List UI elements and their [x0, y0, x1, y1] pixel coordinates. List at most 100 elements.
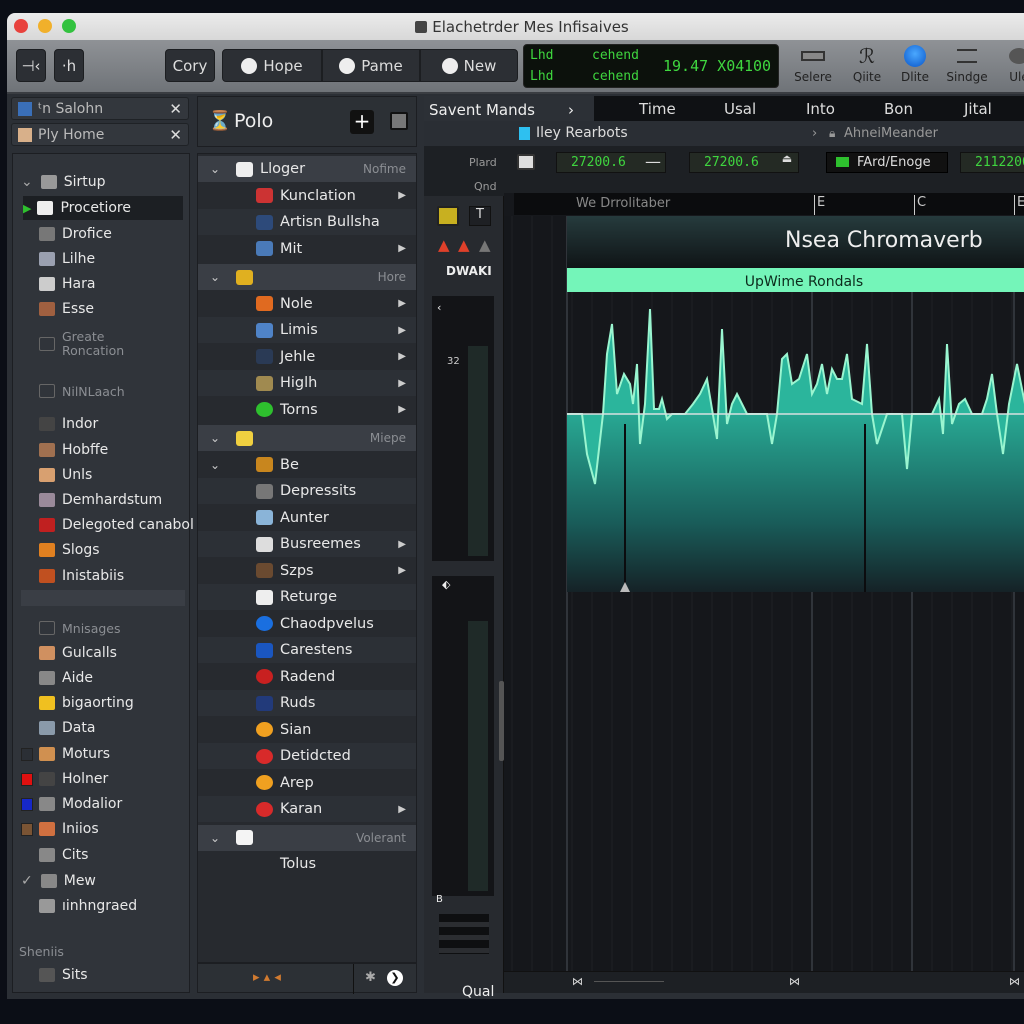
- color-swatch[interactable]: [21, 822, 33, 836]
- browser-item[interactable]: Aunter: [198, 505, 416, 531]
- browser-group[interactable]: ⌄ Hore: [198, 264, 416, 290]
- sidebar-item[interactable]: Slogs: [39, 538, 100, 562]
- chevron-right-icon[interactable]: ▶: [398, 404, 406, 415]
- record-mode-icon[interactable]: [517, 154, 535, 170]
- marker-icon[interactable]: ⏏: [774, 152, 800, 173]
- chevron-right-icon[interactable]: ▶: [398, 565, 406, 576]
- browser-item[interactable]: Tolus: [198, 851, 416, 877]
- browser-item[interactable]: Detidcted: [198, 743, 416, 769]
- add-button[interactable]: +: [350, 110, 374, 134]
- sidebar-tab-home[interactable]: Ply Home ✕: [11, 123, 189, 146]
- chevron-down-icon[interactable]: ⌄: [210, 270, 220, 284]
- browser-item[interactable]: Higlh ▶: [198, 370, 416, 396]
- sidebar-item[interactable]: Sheniis: [19, 939, 64, 963]
- stop-button[interactable]: [390, 112, 408, 130]
- browser-item[interactable]: Karan ▶: [198, 796, 416, 822]
- folder-icon[interactable]: [437, 206, 459, 226]
- sidebar-item[interactable]: Hobffe: [39, 438, 108, 462]
- sidebar-item[interactable]: Hara: [39, 272, 95, 296]
- gear-icon[interactable]: ✱: [365, 970, 376, 985]
- sidebar-item[interactable]: Cits: [39, 843, 88, 867]
- sidebar-item[interactable]: Demhardstum: [39, 488, 162, 512]
- chevron-down-icon[interactable]: ✓: [21, 873, 33, 889]
- browser-item[interactable]: Returge: [198, 584, 416, 610]
- chevron-right-icon[interactable]: ▶: [398, 804, 406, 815]
- chevron-right-icon[interactable]: ▶: [398, 351, 406, 362]
- sidebar-item[interactable]: ▶ Procetiore: [23, 196, 183, 220]
- sidebar-item[interactable]: Gulcalls: [39, 641, 117, 665]
- sidebar-tab-salohn[interactable]: ᵗn Salohn ✕: [11, 97, 189, 120]
- sidebar-item[interactable]: Data: [39, 716, 95, 740]
- browser-item[interactable]: Arep: [198, 770, 416, 796]
- sidebar-item[interactable]: Inistabiis: [39, 564, 124, 588]
- new-button[interactable]: New: [420, 49, 518, 82]
- browser-item[interactable]: Busreemes ▶: [198, 531, 416, 557]
- marker-c[interactable]: C: [914, 195, 926, 215]
- browser-item[interactable]: Jehle ▶: [198, 344, 416, 370]
- browser-item[interactable]: Kunclation ▶: [198, 183, 416, 209]
- close-icon[interactable]: ✕: [169, 126, 182, 144]
- browser-item[interactable]: Nole ▶: [198, 291, 416, 317]
- nav-back-button[interactable]: ⊣‹: [16, 49, 46, 82]
- ule-tool[interactable]: Ule: [993, 46, 1024, 84]
- next-button[interactable]: ❯: [387, 970, 403, 986]
- sindge-tool[interactable]: Sindge: [941, 46, 993, 84]
- horizontal-scrollbar[interactable]: ⋈ ⋈ ⋈: [504, 971, 1024, 993]
- timeline-ruler[interactable]: We Drrolitaber E C E: [514, 193, 1024, 215]
- sidebar-item[interactable]: Holner: [21, 767, 108, 791]
- chevron-down-icon[interactable]: ⌄: [21, 174, 33, 190]
- sidebar-item[interactable]: Greate Roncation: [39, 330, 142, 358]
- text-tool-icon[interactable]: T: [469, 206, 491, 226]
- grip-icon[interactable]: [439, 914, 489, 954]
- chevron-down-icon[interactable]: ⌄: [210, 458, 220, 472]
- color-swatch[interactable]: [21, 747, 33, 761]
- arrange-tab[interactable]: Time: [639, 100, 676, 118]
- sidebar-item[interactable]: Unls: [39, 463, 92, 487]
- sidebar-item[interactable]: Indor: [39, 412, 98, 436]
- browser-item[interactable]: Carestens: [198, 637, 416, 663]
- sidebar-item[interactable]: NilNLaach: [39, 379, 125, 403]
- zoom-fit-icon[interactable]: ⋈: [789, 975, 800, 988]
- arrange-tab[interactable]: Usal: [724, 100, 756, 118]
- breadcrumb[interactable]: Savent Mands ›: [424, 96, 594, 121]
- browser-item[interactable]: Chaodpvelus: [198, 611, 416, 637]
- arrange-tab[interactable]: Bon: [884, 100, 913, 118]
- arrange-tab[interactable]: Into: [806, 100, 835, 118]
- chevron-right-icon[interactable]: ▶: [398, 325, 406, 336]
- browser-item[interactable]: Ruds: [198, 690, 416, 716]
- chevron-down-icon[interactable]: ⌄: [210, 162, 220, 176]
- sidebar-item[interactable]: Sits: [39, 963, 88, 987]
- arrange-tab[interactable]: Jital: [964, 100, 992, 118]
- chevron-right-icon[interactable]: ▶: [398, 190, 406, 201]
- end-field[interactable]: 2112200: [960, 152, 1024, 173]
- nav-forward-button[interactable]: ·h: [54, 49, 84, 82]
- sidebar-item[interactable]: Delegoted canabol: [39, 513, 194, 537]
- color-swatch[interactable]: [21, 797, 33, 811]
- sidebar-item[interactable]: Esse: [39, 297, 94, 321]
- sidebar-item[interactable]: Moturs: [21, 742, 110, 766]
- sidebar-item[interactable]: Modalior: [21, 792, 122, 816]
- marker-e2[interactable]: E: [1014, 195, 1024, 215]
- sidebar-item[interactable]: Iniios: [21, 817, 99, 841]
- chevron-down-icon[interactable]: ⌄: [210, 831, 220, 845]
- chevron-right-icon[interactable]: ▶: [398, 378, 406, 389]
- browser-item[interactable]: Artisn Bullsha: [198, 209, 416, 235]
- track-lane[interactable]: Nsea Chromaverb UpWime Rondals: [504, 216, 1024, 971]
- browser-item[interactable]: Depressits: [198, 478, 416, 504]
- pame-button[interactable]: Pame: [322, 49, 420, 82]
- chevron-right-icon[interactable]: ▶: [398, 243, 406, 254]
- sidebar-item[interactable]: Mnisages: [39, 616, 121, 640]
- dlite-tool[interactable]: Dlite: [889, 45, 941, 84]
- sidebar-item[interactable]: Drofice: [39, 222, 112, 246]
- transport-icons[interactable]: ▸ ▴ ◂: [253, 970, 281, 985]
- sidebar-item[interactable]: ıinhngraed: [39, 894, 137, 918]
- color-swatch[interactable]: [21, 772, 33, 786]
- sidebar-item[interactable]: Lilhe: [39, 247, 95, 271]
- selere-tool[interactable]: Selere: [787, 46, 839, 84]
- level-meter-top[interactable]: ‹ 32: [432, 296, 494, 561]
- browser-item[interactable]: Szps ▶: [198, 558, 416, 584]
- sidebar-item[interactable]: ⌄ Sirtup: [21, 170, 106, 194]
- marker-e1[interactable]: E: [814, 195, 825, 215]
- browser-group[interactable]: ⌄ Volerant: [198, 824, 416, 851]
- hope-button[interactable]: Hope: [222, 49, 322, 82]
